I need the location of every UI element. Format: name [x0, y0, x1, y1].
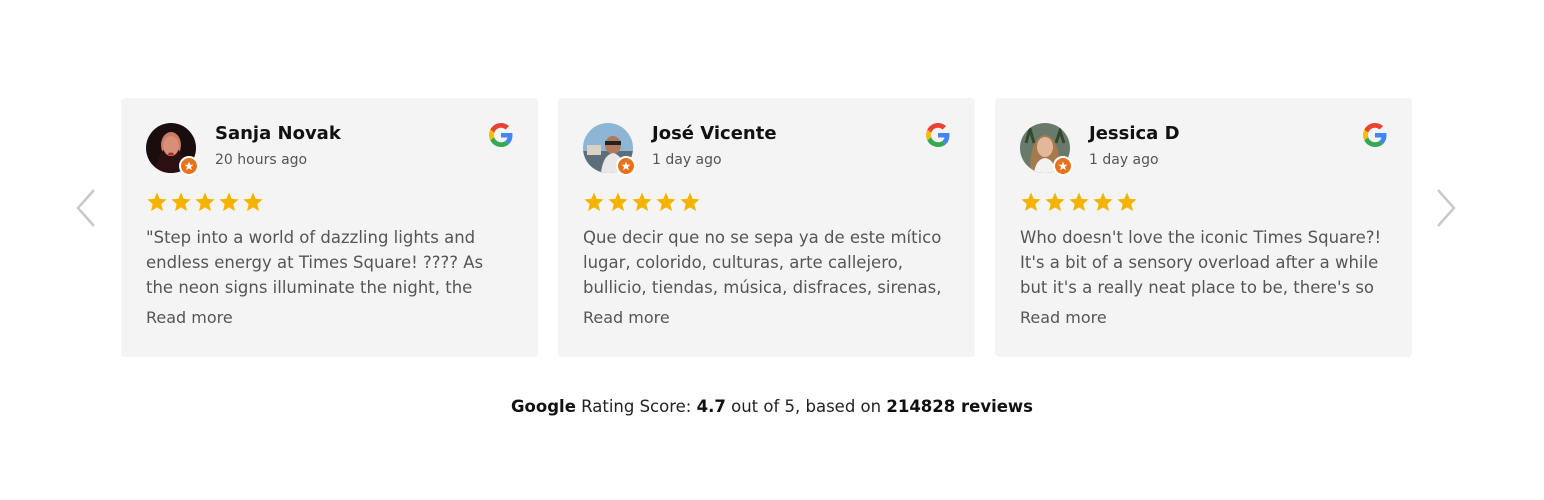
- google-logo-icon: [1363, 123, 1387, 147]
- read-more-link[interactable]: Read more: [1020, 308, 1387, 328]
- read-more-link[interactable]: Read more: [583, 308, 950, 328]
- review-card: Sanja Novak 20 hours ago "Step into a wo…: [121, 98, 538, 357]
- review-date: 1 day ago: [652, 152, 722, 168]
- star-icon: [584, 192, 604, 211]
- review-date: 20 hours ago: [215, 152, 308, 168]
- star-icon: [632, 192, 652, 211]
- review-text: "Step into a world of dazzling lights an…: [146, 228, 484, 297]
- star-icon: [219, 192, 239, 211]
- chevron-left-icon: [76, 189, 95, 227]
- star-icon: [680, 192, 700, 211]
- next-arrow-button[interactable]: [1434, 186, 1458, 230]
- star-icon: [1117, 192, 1137, 211]
- google-logo-icon: [489, 123, 513, 147]
- google-logo-icon: [926, 123, 950, 147]
- review-date: 1 day ago: [1089, 152, 1159, 168]
- reviewer-name[interactable]: Sanja Novak: [215, 123, 341, 145]
- prev-arrow-button[interactable]: [74, 186, 98, 230]
- reviewer-name[interactable]: Jessica D: [1089, 123, 1180, 145]
- star-icon: [1021, 192, 1041, 211]
- star-rating: [583, 191, 950, 215]
- review-card: José Vicente 1 day ago Que decir que no …: [558, 98, 975, 357]
- star-icon: [608, 192, 628, 211]
- summary-out-of: out of 5, based on: [731, 397, 882, 416]
- read-more-link[interactable]: Read more: [146, 308, 513, 328]
- local-guide-badge-icon: [179, 156, 199, 176]
- summary-score: 4.7: [696, 397, 726, 416]
- avatar[interactable]: [146, 123, 199, 176]
- star-icon: [1093, 192, 1113, 211]
- star-rating: [146, 191, 513, 215]
- reviewer-name[interactable]: José Vicente: [652, 123, 777, 145]
- avatar[interactable]: [1020, 123, 1073, 176]
- review-text: Que decir que no se sepa ya de este míti…: [583, 228, 942, 297]
- star-icon: [1069, 192, 1089, 211]
- review-carousel: Sanja Novak 20 hours ago "Step into a wo…: [121, 98, 1412, 357]
- chevron-right-icon: [1437, 189, 1456, 227]
- summary-brand: Google: [511, 397, 576, 416]
- summary-review-count: 214828 reviews: [886, 397, 1033, 416]
- star-icon: [195, 192, 215, 211]
- local-guide-badge-icon: [616, 156, 636, 176]
- reviews-widget: Sanja Novak 20 hours ago "Step into a wo…: [0, 0, 1544, 500]
- review-card: Jessica D 1 day ago Who doesn't love the…: [995, 98, 1412, 357]
- star-icon: [656, 192, 676, 211]
- rating-summary: Google Rating Score: 4.7 out of 5, based…: [0, 396, 1544, 418]
- local-guide-badge-icon: [1053, 156, 1073, 176]
- summary-label: Rating Score:: [581, 397, 692, 416]
- star-rating: [1020, 191, 1387, 215]
- star-icon: [171, 192, 191, 211]
- star-icon: [1045, 192, 1065, 211]
- avatar[interactable]: [583, 123, 636, 176]
- review-text: Who doesn't love the iconic Times Square…: [1020, 228, 1382, 297]
- star-icon: [243, 192, 263, 211]
- star-icon: [147, 192, 167, 211]
